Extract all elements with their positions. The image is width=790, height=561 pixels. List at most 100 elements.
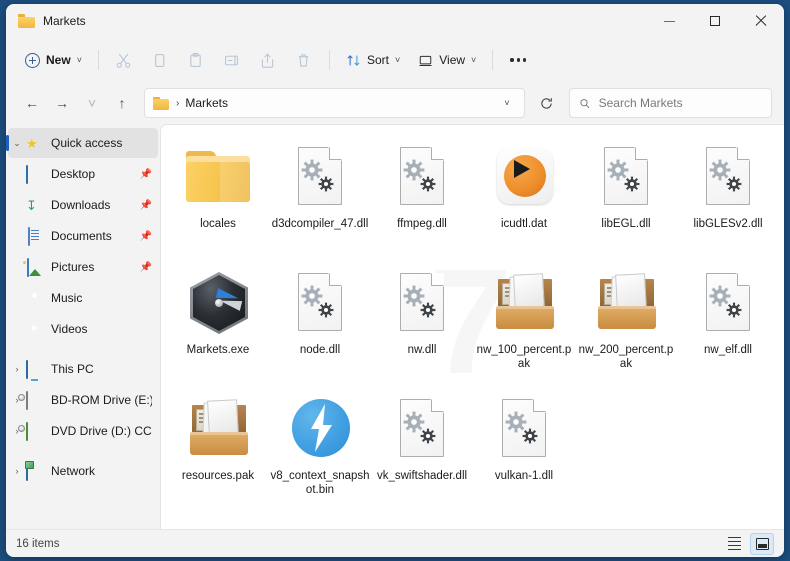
plus-icon — [25, 52, 40, 68]
sidebar-item-label: Pictures — [51, 260, 95, 274]
file-list-pane[interactable]: 7 localesd3dcompiler_47.dllffmpeg.dllicu… — [160, 124, 784, 529]
copy-button[interactable] — [142, 44, 178, 76]
sidebar-item-desktop[interactable]: Desktop 📌 — [8, 159, 158, 189]
pin-icon[interactable]: 📌 — [140, 262, 152, 273]
sidebar-item-dvd-drive-d-cccc[interactable]: ›DVD Drive (D:) CCCC — [8, 416, 158, 446]
file-name-label: icudtl.dat — [500, 218, 548, 230]
breadcrumb-item-markets[interactable]: Markets — [185, 96, 228, 110]
back-button[interactable]: ← — [18, 89, 46, 117]
dll-gears-icon — [692, 267, 764, 339]
navigation-pane[interactable]: ⌄ ★ Quick access Desktop 📌 ↧ Downloads 📌 Documen… — [6, 124, 160, 529]
forward-button[interactable]: → — [48, 89, 76, 117]
toolbar-divider-3 — [492, 50, 494, 70]
file-name-label: vulkan-1.dll — [494, 470, 554, 482]
refresh-button[interactable] — [531, 88, 561, 118]
chevron-down-icon[interactable]: ⌄ — [8, 138, 26, 148]
search-box[interactable] — [569, 88, 772, 118]
file-item[interactable]: libGLESv2.dll — [677, 133, 779, 259]
pin-icon[interactable]: 📌 — [140, 231, 152, 242]
rename-button[interactable] — [214, 44, 250, 76]
file-item[interactable]: ffmpeg.dll — [371, 133, 473, 259]
file-item[interactable]: d3dcompiler_47.dll — [269, 133, 371, 259]
recent-locations-button[interactable]: ˅ — [78, 89, 106, 117]
sidebar-item-music[interactable]: Music — [8, 283, 158, 313]
copy-icon — [155, 53, 165, 67]
file-item[interactable]: vulkan-1.dll — [473, 385, 575, 511]
search-input[interactable] — [598, 96, 762, 110]
sidebar-item-videos[interactable]: Videos — [8, 314, 158, 344]
sidebar-item-this-pc[interactable]: › This PC — [8, 354, 158, 384]
nav-group-gap — [6, 447, 160, 456]
item-count-label: 16 items — [16, 537, 60, 550]
window-title: Markets — [43, 14, 86, 28]
sort-button[interactable]: Sort ˅ — [337, 45, 409, 75]
maximize-button[interactable] — [692, 4, 738, 38]
close-button[interactable] — [738, 4, 784, 38]
file-item[interactable]: nw_elf.dll — [677, 259, 779, 385]
pak-archive-icon — [488, 267, 560, 339]
file-grid: locales d3dcompiler_47.dll ffmpeg.dll icudt… — [161, 125, 784, 529]
dll-gears-icon — [386, 141, 458, 213]
file-item[interactable]: locales — [167, 133, 269, 259]
sidebar-item-label: DVD Drive (D:) CCCC — [51, 424, 152, 438]
bolt-icon — [284, 393, 356, 465]
large-icons-view-toggle[interactable] — [750, 532, 774, 555]
new-button[interactable]: New ˅ — [16, 45, 91, 75]
sidebar-item-network[interactable]: › Network — [8, 456, 158, 486]
address-bar[interactable]: › Markets ˅ — [144, 88, 525, 118]
minimize-icon — [663, 20, 675, 22]
paste-button[interactable] — [178, 44, 214, 76]
sidebar-item-pictures[interactable]: Pictures 📌 — [8, 252, 158, 282]
file-name-label: node.dll — [299, 344, 341, 356]
sidebar-item-label: BD-ROM Drive (E:) C — [51, 393, 152, 407]
minimize-button[interactable] — [646, 4, 692, 38]
address-bar-actions: ˅ — [496, 90, 518, 116]
file-name-label: locales — [200, 218, 236, 230]
folder-icon — [153, 96, 169, 110]
delete-button[interactable] — [286, 44, 322, 76]
sidebar-item-downloads[interactable]: ↧ Downloads 📌 — [8, 190, 158, 220]
dll-gears-icon — [488, 393, 560, 465]
file-item[interactable]: v8_context_snapshot.bin — [269, 385, 371, 511]
chevron-down-icon[interactable]: ˅ — [496, 90, 518, 116]
file-item[interactable]: nw_200_percent.pak — [575, 259, 677, 385]
sort-button-label: Sort — [366, 53, 389, 67]
file-name-label: resources.pak — [181, 470, 255, 482]
file-item[interactable]: Markets.exe — [167, 259, 269, 385]
dvd-drive-icon — [26, 422, 44, 441]
file-item[interactable]: nw.dll — [371, 259, 473, 385]
sidebar-item-label: Desktop — [51, 167, 96, 181]
up-button[interactable]: ↑ — [108, 89, 136, 117]
rename-icon — [225, 54, 239, 66]
sidebar-item-documents[interactable]: Documents 📌 — [8, 221, 158, 251]
pin-icon[interactable]: 📌 — [140, 200, 152, 211]
network-icon — [26, 462, 44, 481]
title-bar: Markets — [6, 4, 784, 38]
file-name-label: nw.dll — [407, 344, 437, 356]
new-button-label: New — [46, 53, 71, 67]
file-item[interactable]: icudtl.dat — [473, 133, 575, 259]
file-item[interactable]: resources.pak — [167, 385, 269, 511]
file-name-label: libGLESv2.dll — [693, 218, 763, 230]
view-button[interactable]: View ˅ — [409, 45, 485, 75]
more-options-button[interactable] — [500, 44, 536, 76]
file-name-label: libEGL.dll — [601, 218, 651, 230]
cut-button[interactable] — [106, 44, 142, 76]
file-item[interactable]: node.dll — [269, 259, 371, 385]
sidebar-item-quick-access[interactable]: ⌄ ★ Quick access — [6, 128, 158, 158]
file-item[interactable]: vk_swiftshader.dll — [371, 385, 473, 511]
chevron-right-icon[interactable]: › — [8, 466, 26, 476]
chevron-down-icon: ˅ — [471, 54, 477, 65]
desktop-background: Markets New ˅ Sort ˅ View ˅ ← → ˅ ↑ › Ma… — [0, 0, 790, 561]
file-item[interactable]: nw_100_percent.pak — [473, 259, 575, 385]
sidebar-item-label: Network — [51, 464, 96, 478]
file-item[interactable]: libEGL.dll — [575, 133, 677, 259]
cut-icon — [117, 53, 131, 68]
details-view-toggle[interactable] — [722, 533, 746, 555]
sidebar-item-bd-rom-drive-e-c[interactable]: ›BD-ROM Drive (E:) C — [8, 385, 158, 415]
chevron-down-icon: ˅ — [76, 54, 82, 65]
chevron-right-icon[interactable]: › — [8, 364, 26, 374]
pin-icon[interactable]: 📌 — [140, 169, 152, 180]
share-button[interactable] — [250, 44, 286, 76]
view-button-label: View — [439, 53, 466, 67]
